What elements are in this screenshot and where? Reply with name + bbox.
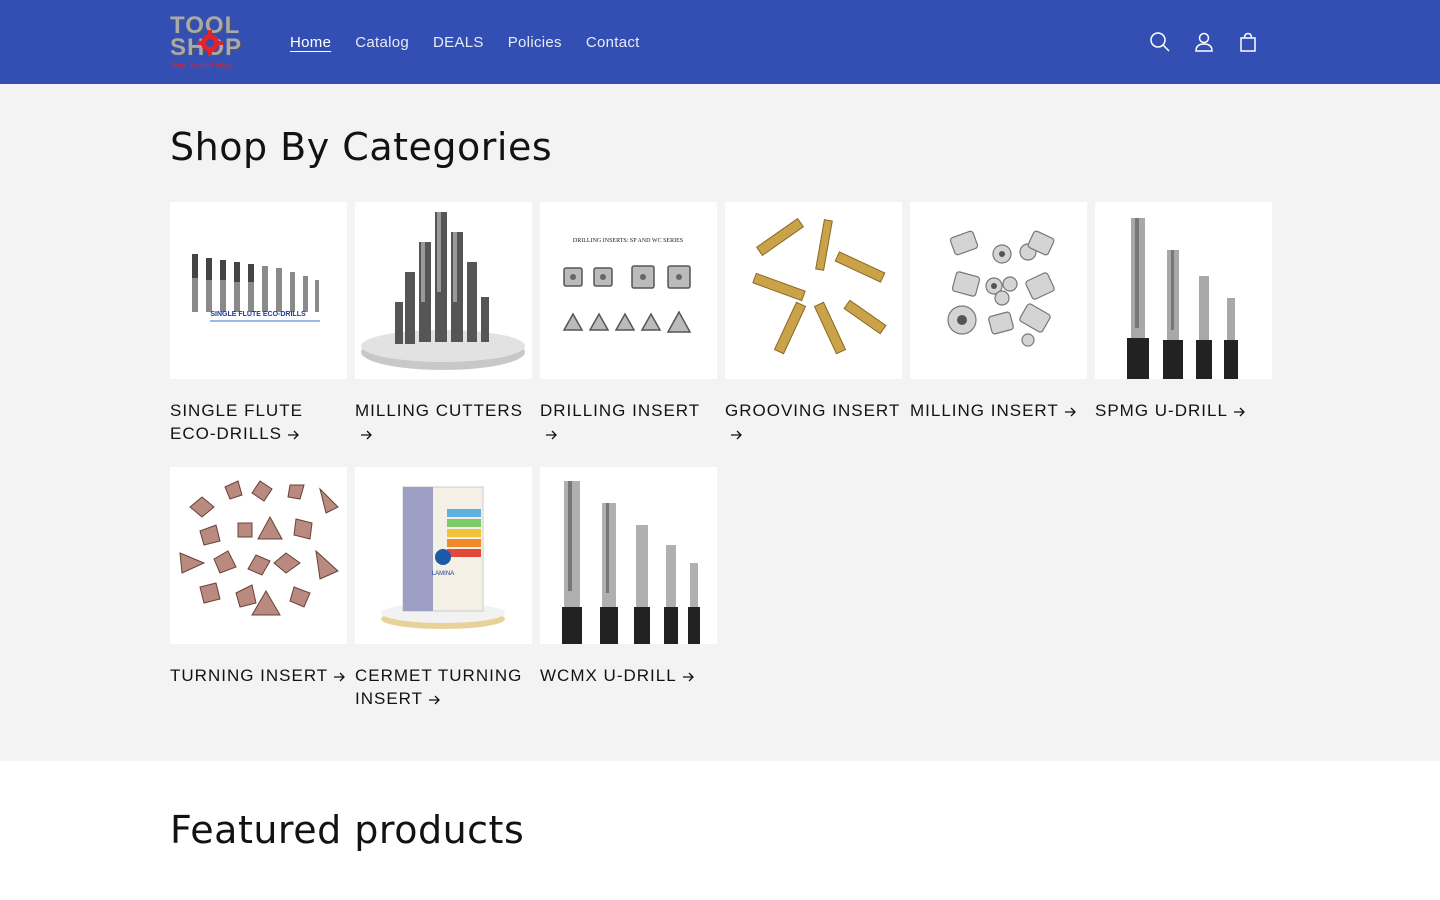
eco-drills-image-caption: SINGLE FLUTE ECO-DRILLS bbox=[210, 311, 306, 318]
u-drills-illustration bbox=[1127, 218, 1238, 379]
category-title: TURNING INSERT bbox=[170, 664, 347, 687]
category-title: SINGLE FLUTE ECO-DRILLS bbox=[170, 401, 303, 443]
category-card-milling-cutters[interactable]: MILLING CUTTERS bbox=[355, 202, 532, 445]
featured-title: Featured products bbox=[170, 808, 525, 852]
wcmx-drills-illustration bbox=[562, 481, 700, 644]
category-title: MILLING INSERT bbox=[910, 399, 1087, 422]
nav-deals[interactable]: DEALS bbox=[421, 34, 496, 51]
grooving-inserts-illustration bbox=[752, 217, 887, 355]
category-image-wcmx-u-drill bbox=[540, 467, 717, 644]
category-image-eco-drills: SINGLE FLUTE ECO-DRILLS bbox=[170, 202, 347, 379]
nav-policies[interactable]: Policies bbox=[496, 34, 574, 51]
category-card-cermet-turning-insert[interactable]: LAMINA CERMET TURNING INSERT bbox=[355, 467, 532, 710]
arrow-right-icon bbox=[682, 672, 694, 681]
category-image-milling-cutters bbox=[355, 202, 532, 379]
shop-by-categories: Shop By Categories SINGLE FLUTE ECO-DRIL… bbox=[0, 84, 1440, 761]
turning-inserts-illustration bbox=[179, 480, 339, 616]
arrow-right-icon bbox=[429, 695, 440, 704]
category-image-turning-insert bbox=[170, 467, 347, 644]
category-card-eco-drills[interactable]: SINGLE FLUTE ECO-DRILLS SINGLE FLUTE ECO… bbox=[170, 202, 347, 445]
arrow-right-icon bbox=[334, 672, 346, 681]
category-card-wcmx-u-drill[interactable]: WCMX U-DRILL bbox=[540, 467, 717, 710]
cart-button[interactable] bbox=[1226, 20, 1270, 64]
category-card-grooving-insert[interactable]: GROOVING INSERT bbox=[725, 202, 902, 445]
category-image-grooving-insert bbox=[725, 202, 902, 379]
category-image-cermet-turning-insert: LAMINA bbox=[355, 467, 532, 644]
header-icons bbox=[1138, 20, 1270, 64]
category-title: SPMG U-DRILL bbox=[1095, 399, 1272, 422]
category-image-drilling-insert: DRILLING INSERTS: SP AND WC SERIES bbox=[540, 202, 717, 379]
cermet-box-illustration: LAMINA bbox=[381, 486, 505, 629]
category-title: GROOVING INSERT bbox=[725, 399, 902, 445]
search-button[interactable] bbox=[1138, 20, 1182, 64]
category-image-milling-insert bbox=[910, 202, 1087, 379]
arrow-right-icon bbox=[361, 430, 372, 439]
category-card-spmg-u-drill[interactable]: SPMG U-DRILL bbox=[1095, 202, 1272, 445]
category-image-spmg-u-drill bbox=[1095, 202, 1272, 379]
cermet-image-caption: LAMINA bbox=[432, 571, 454, 577]
category-card-turning-insert[interactable]: TURNING INSERT bbox=[170, 467, 347, 710]
nav-contact[interactable]: Contact bbox=[574, 34, 652, 51]
account-button[interactable] bbox=[1182, 20, 1226, 64]
site-header: TOOL SHOP Your trusted shop Home Catalog… bbox=[0, 0, 1440, 84]
arrow-right-icon bbox=[546, 430, 557, 439]
logo-tagline: Your trusted shop bbox=[170, 60, 233, 70]
drilling-inserts-illustration: DRILLING INSERTS: SP AND WC SERIES bbox=[562, 238, 692, 333]
nav-catalog[interactable]: Catalog bbox=[343, 34, 421, 51]
nav-home[interactable]: Home bbox=[278, 34, 343, 51]
account-icon bbox=[1195, 32, 1213, 52]
category-title: CERMET TURNING INSERT bbox=[355, 666, 523, 708]
main-nav: Home Catalog DEALS Policies Contact bbox=[278, 34, 652, 51]
search-icon bbox=[1150, 32, 1170, 52]
category-grid: SINGLE FLUTE ECO-DRILLS SINGLE FLUTE ECO… bbox=[170, 202, 1272, 710]
category-title: DRILLING INSERT bbox=[540, 399, 717, 445]
milling-cutters-illustration bbox=[361, 212, 525, 370]
drills-illustration: SINGLE FLUTE ECO-DRILLS bbox=[192, 254, 320, 322]
gear-icon bbox=[197, 30, 223, 56]
category-card-drilling-insert[interactable]: DRILLING INSERTS: SP AND WC SERIES DRILL… bbox=[540, 202, 717, 445]
category-card-milling-insert[interactable]: MILLING INSERT bbox=[910, 202, 1087, 445]
arrow-right-icon bbox=[1233, 407, 1245, 416]
cart-icon bbox=[1240, 32, 1256, 52]
drilling-insert-image-caption: DRILLING INSERTS: SP AND WC SERIES bbox=[573, 238, 683, 244]
categories-title: Shop By Categories bbox=[170, 125, 553, 169]
milling-inserts-illustration bbox=[947, 230, 1055, 347]
arrow-right-icon bbox=[1064, 407, 1076, 416]
category-title: WCMX U-DRILL bbox=[540, 664, 717, 687]
site-logo[interactable]: TOOL SHOP Your trusted shop bbox=[170, 11, 250, 73]
featured-products: Featured products bbox=[0, 761, 1440, 899]
arrow-right-icon bbox=[288, 430, 299, 439]
category-title: MILLING CUTTERS bbox=[355, 399, 532, 445]
arrow-right-icon bbox=[731, 430, 742, 439]
